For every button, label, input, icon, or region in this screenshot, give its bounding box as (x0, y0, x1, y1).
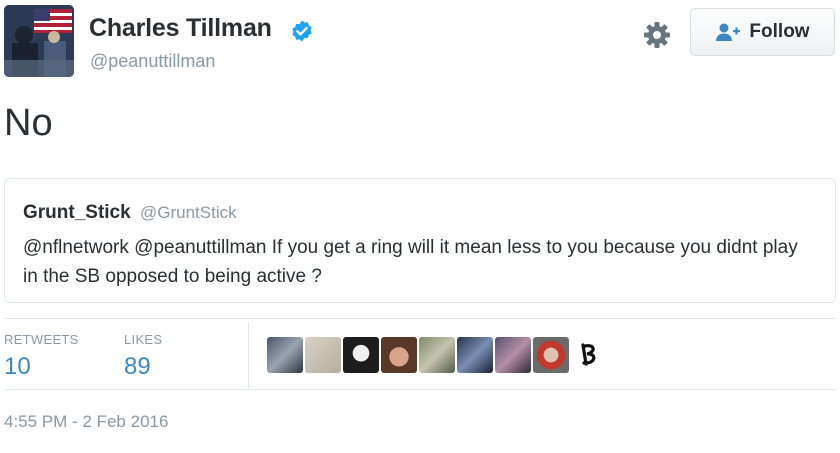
liker-avatar[interactable] (419, 337, 455, 373)
tweet-stats: RETWEETS 10 LIKES 89 (4, 318, 836, 390)
follow-button[interactable]: Follow (690, 8, 835, 56)
likes-label: LIKES (124, 332, 163, 347)
retweets-stat[interactable]: RETWEETS 10 (4, 332, 79, 381)
likes-count: 89 (124, 353, 151, 380)
profile-photo (4, 5, 74, 77)
quoted-author-name: Grunt_Stick (23, 202, 131, 223)
quoted-tweet-header: Grunt_Stick @GruntStick (23, 202, 237, 224)
stats-divider (248, 322, 249, 388)
liker-avatar[interactable] (305, 337, 341, 373)
likers-avatar-list (267, 337, 607, 373)
tweet-text: No (4, 102, 53, 144)
retweets-count: 10 (4, 353, 31, 380)
author-avatar[interactable] (4, 5, 74, 77)
liker-avatar[interactable] (381, 337, 417, 373)
gear-icon[interactable] (642, 20, 672, 50)
verified-badge-icon (292, 20, 312, 42)
author-handle[interactable]: @peanuttillman (90, 51, 215, 72)
tweet-timestamp[interactable]: 4:55 PM - 2 Feb 2016 (4, 412, 168, 432)
quoted-tweet[interactable]: Grunt_Stick @GruntStick @nflnetwork @pea… (4, 178, 836, 303)
liker-avatar-logo (581, 343, 596, 366)
quoted-author-handle: @GruntStick (139, 203, 237, 222)
retweets-label: RETWEETS (4, 332, 79, 347)
liker-avatar[interactable] (495, 337, 531, 373)
liker-avatar[interactable] (533, 337, 569, 373)
add-user-icon (716, 23, 741, 41)
likes-stat[interactable]: LIKES 89 (124, 332, 162, 381)
follow-label: Follow (749, 21, 810, 42)
liker-avatar[interactable] (457, 337, 493, 373)
liker-avatar[interactable] (343, 337, 379, 373)
liker-avatar[interactable] (267, 337, 303, 373)
quoted-tweet-text: @nflnetwork @peanuttillman If you get a … (23, 237, 798, 287)
author-display-name[interactable]: Charles Tillman (89, 14, 272, 43)
liker-avatar[interactable] (571, 337, 607, 373)
